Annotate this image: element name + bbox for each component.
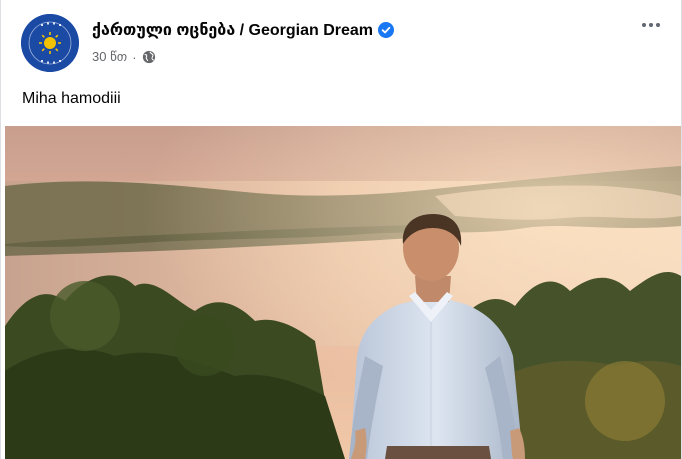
more-dot xyxy=(642,23,646,27)
page-name[interactable]: ქართული ოცნება / Georgian Dream xyxy=(92,20,373,40)
more-dot xyxy=(649,23,653,27)
more-options-button[interactable] xyxy=(635,14,667,36)
page-avatar[interactable] xyxy=(21,14,79,72)
meta-separator: · xyxy=(132,49,137,65)
post-meta: 30 წთ · xyxy=(92,49,156,65)
more-dot xyxy=(656,23,660,27)
post-text: Miha hamodiii xyxy=(22,90,121,107)
page-name-link[interactable]: ქართული ოცნება / Georgian Dream xyxy=(92,20,394,40)
globe-icon[interactable] xyxy=(142,50,156,64)
post-header: ქართული ოცნება / Georgian Dream 30 წთ · xyxy=(1,0,681,84)
verified-badge-icon xyxy=(378,22,394,38)
video-frame-image xyxy=(5,126,681,459)
post-video[interactable] xyxy=(5,126,681,459)
post-timestamp[interactable]: 30 წთ xyxy=(92,49,127,65)
georgian-dream-logo-icon xyxy=(21,14,79,72)
feed-post: ქართული ოცნება / Georgian Dream 30 წთ · … xyxy=(0,0,682,459)
